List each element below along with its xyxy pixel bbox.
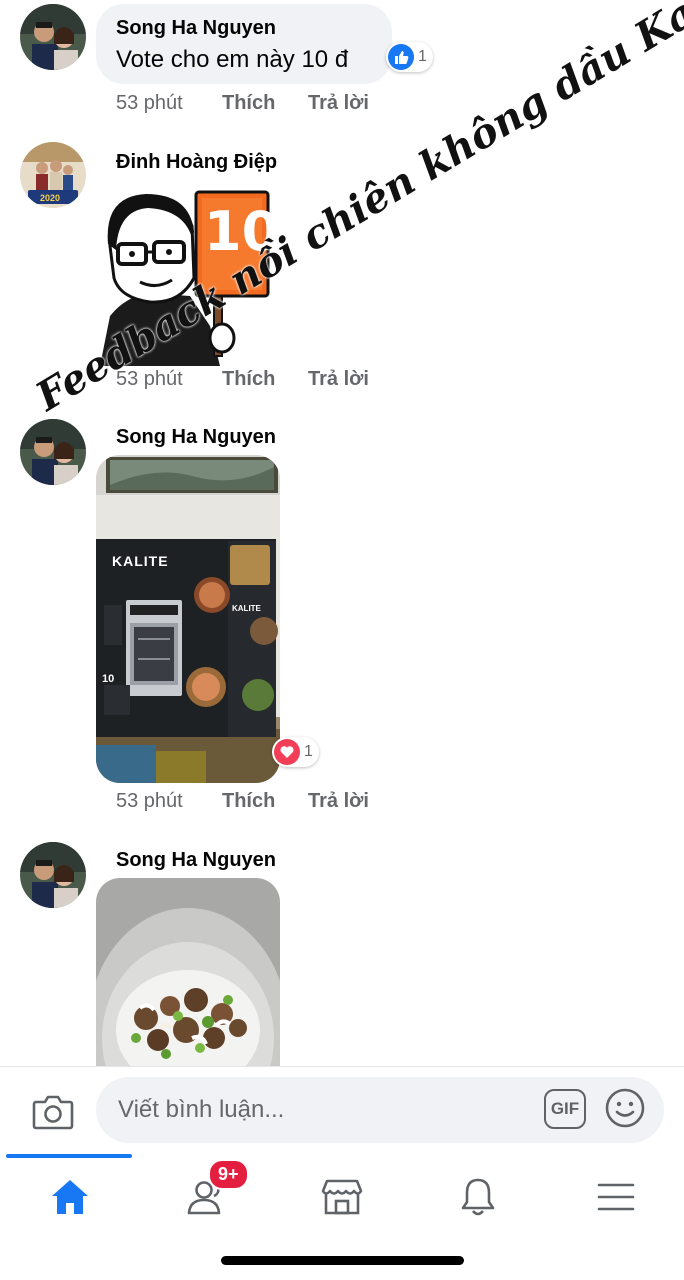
comment-text: Vote cho em này 10 đ: [116, 46, 349, 73]
home-icon: [52, 1180, 88, 1214]
comment-bubble[interactable]: Song Ha Nguyen Vote cho em này 10 đ: [96, 4, 392, 84]
comment-author[interactable]: Song Ha Nguyen: [116, 849, 276, 872]
tab-marketplace[interactable]: [302, 1162, 382, 1232]
comment-composer: GIF: [0, 1066, 684, 1154]
gif-label: GIF: [550, 1099, 580, 1118]
camera-icon: [32, 1095, 74, 1130]
gif-button[interactable]: GIF: [544, 1089, 586, 1129]
active-tab-indicator: [6, 1154, 132, 1158]
tab-home[interactable]: [30, 1162, 110, 1232]
comment-author[interactable]: Song Ha Nguyen: [116, 17, 392, 40]
box-number-label: 10: [102, 673, 115, 685]
like-action[interactable]: Thích: [222, 790, 308, 813]
box-side-label: KALITE: [232, 604, 261, 613]
box-brand-label: KALITE: [112, 553, 169, 569]
reply-action[interactable]: Trả lời: [308, 368, 369, 391]
camera-button[interactable]: [30, 1089, 76, 1135]
reaction-badge[interactable]: 1: [386, 42, 433, 72]
avatar[interactable]: 2020: [20, 142, 86, 208]
hamburger-menu-icon: [597, 1183, 635, 1211]
bell-icon: [461, 1178, 495, 1216]
comment-actions: 53 phút Thích Trả lời: [116, 368, 369, 391]
comment-photo[interactable]: KALITE KALITE 10: [96, 455, 280, 783]
tab-menu[interactable]: [576, 1162, 656, 1232]
avatar[interactable]: [20, 419, 86, 485]
reaction-count: 1: [418, 48, 427, 65]
reply-action[interactable]: Trả lời: [308, 790, 369, 813]
comment-author[interactable]: Đinh Hoàng Điệp: [116, 151, 277, 174]
marketplace-icon: [321, 1179, 363, 1215]
smiley-icon: [605, 1088, 645, 1128]
comment-item: Song Ha Nguyen: [0, 415, 684, 825]
avatar-caption: 2020: [40, 193, 61, 203]
avatar[interactable]: [20, 4, 86, 70]
comment-item: Song Ha Nguyen: [0, 838, 684, 1066]
like-reaction-icon: [388, 44, 414, 70]
bottom-tab-bar: 9+: [0, 1154, 684, 1234]
reply-action[interactable]: Trả lời: [308, 92, 369, 115]
avatar[interactable]: [20, 842, 86, 908]
like-action[interactable]: Thích: [222, 92, 308, 115]
like-action[interactable]: Thích: [222, 368, 308, 391]
comment-actions: 53 phút Thích Trả lời: [116, 92, 369, 115]
comment-photo[interactable]: [96, 878, 280, 1066]
love-reaction-icon: [274, 739, 300, 765]
reaction-badge[interactable]: 1: [272, 737, 319, 767]
home-indicator-bar[interactable]: [221, 1256, 464, 1265]
emoji-button[interactable]: [604, 1087, 646, 1129]
comment-actions: 53 phút Thích Trả lời: [116, 790, 369, 813]
comments-feed[interactable]: Song Ha Nguyen Vote cho em này 10 đ 1 53…: [0, 0, 684, 1066]
comment-author[interactable]: Song Ha Nguyen: [116, 426, 276, 449]
tab-notifications[interactable]: [438, 1162, 518, 1232]
friends-badge: 9+: [208, 1159, 249, 1190]
reaction-count: 1: [304, 743, 313, 760]
comment-timestamp[interactable]: 53 phút: [116, 92, 222, 115]
comment-timestamp[interactable]: 53 phút: [116, 790, 222, 813]
